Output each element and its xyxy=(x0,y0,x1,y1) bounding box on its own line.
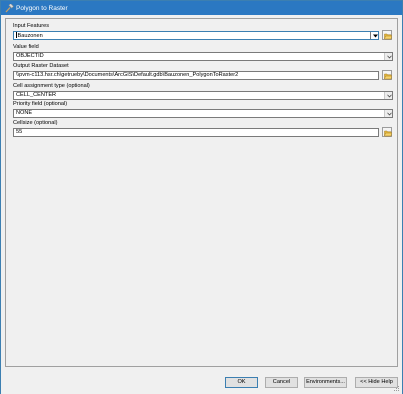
value-field-label: Value field xyxy=(13,44,39,50)
cell-assignment-dropdown[interactable]: CELL_CENTER xyxy=(13,91,393,100)
cellsize-value: 55 xyxy=(16,129,23,135)
tool-parameters-panel: Input Features Bauzonen Value field OBJE… xyxy=(5,18,398,367)
priority-field-value: NONE xyxy=(16,110,33,116)
ok-button[interactable]: OK xyxy=(225,377,258,388)
cell-assignment-value: CELL_CENTER xyxy=(16,92,57,98)
value-field-dropdown-button[interactable] xyxy=(384,53,392,60)
cellsize-input[interactable]: 55 xyxy=(13,128,379,137)
open-folder-icon xyxy=(384,130,392,137)
value-field-dropdown[interactable]: OBJECTID xyxy=(13,52,393,61)
priority-field-label: Priority field (optional) xyxy=(13,101,68,107)
dialog-button-bar: OK Cancel Environments... << Hide Help xyxy=(1,367,402,394)
priority-field-dropdown-button[interactable] xyxy=(384,110,392,117)
hide-help-button[interactable]: << Hide Help xyxy=(355,377,398,388)
chevron-down-icon xyxy=(386,94,392,98)
cell-assignment-dropdown-button[interactable] xyxy=(384,92,392,99)
output-raster-label: Output Raster Dataset xyxy=(13,63,69,69)
resize-grip-icon[interactable] xyxy=(394,386,400,392)
cell-assignment-label: Cell assignment type (optional) xyxy=(13,83,90,89)
value-field-value: OBJECTID xyxy=(16,53,44,59)
dialog-window: Polygon to Raster Input Features Bauzone… xyxy=(0,0,403,394)
output-raster-value: \\pvm-c113.hsr.ch\getrueby\Documents\Arc… xyxy=(16,72,239,78)
priority-field-dropdown[interactable]: NONE xyxy=(13,109,393,118)
input-features-dropdown-button[interactable] xyxy=(370,32,378,39)
cellsize-label: Cellsize (optional) xyxy=(13,120,58,126)
cancel-button[interactable]: Cancel xyxy=(265,377,298,388)
title-bar[interactable]: Polygon to Raster xyxy=(1,1,402,15)
hammer-tool-icon xyxy=(5,3,14,13)
input-features-dropdown[interactable]: Bauzonen xyxy=(13,31,379,40)
input-features-label: Input Features xyxy=(13,23,50,29)
cellsize-browse-button[interactable] xyxy=(382,127,392,137)
input-features-browse-button[interactable] xyxy=(382,30,392,40)
output-raster-browse-button[interactable] xyxy=(382,70,392,80)
output-raster-input[interactable]: \\pvm-c113.hsr.ch\getrueby\Documents\Arc… xyxy=(13,71,379,80)
environments-button[interactable]: Environments... xyxy=(304,377,347,388)
open-folder-icon xyxy=(384,73,392,80)
open-folder-icon xyxy=(384,33,392,40)
window-title: Polygon to Raster xyxy=(16,4,68,12)
chevron-down-icon xyxy=(372,34,378,37)
input-features-value: Bauzonen xyxy=(17,33,43,39)
chevron-down-icon xyxy=(386,112,392,116)
chevron-down-icon xyxy=(386,55,392,59)
